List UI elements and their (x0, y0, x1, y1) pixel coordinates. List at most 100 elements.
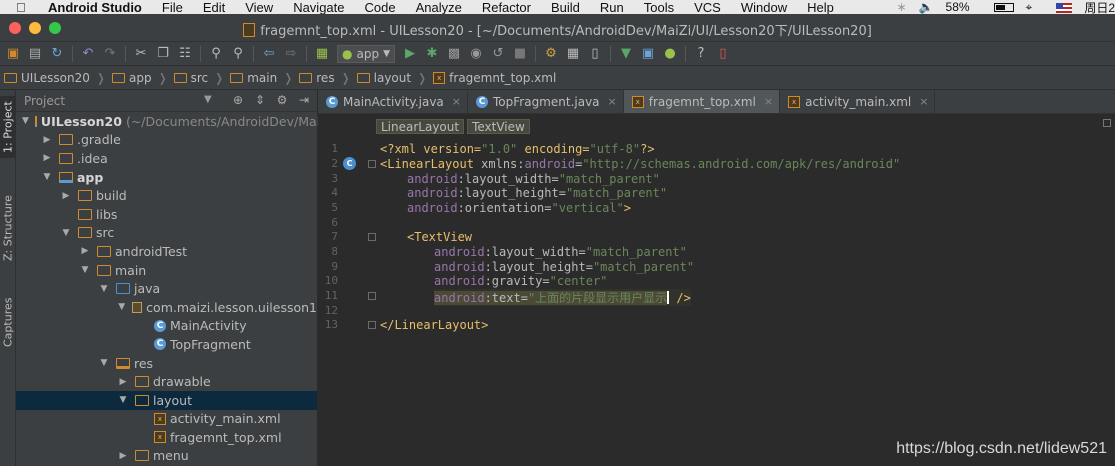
sdk-icon[interactable]: ▼ (618, 46, 634, 62)
menu-help[interactable]: Help (807, 0, 834, 15)
menu-navigate[interactable]: Navigate (293, 0, 344, 15)
collapsed-arrow-icon[interactable]: ▶ (117, 377, 129, 387)
hide-panel-icon[interactable]: ⇥ (297, 93, 311, 107)
debug-icon[interactable]: ✱ (424, 46, 440, 62)
xml-crumb-textview[interactable]: TextView (467, 118, 530, 134)
tree-item-res[interactable]: ▼ res (16, 354, 317, 373)
captures-tool-button[interactable]: Captures (0, 290, 16, 354)
project-tool-button[interactable]: 1: Project (0, 96, 16, 158)
tree-item-build[interactable]: ▶ build (16, 186, 317, 205)
tab-fragemnt-top[interactable]: x fragemnt_top.xml × (623, 90, 781, 113)
chevron-down-icon[interactable]: ▼ (204, 94, 212, 105)
tree-item-topfragment[interactable]: C TopFragment (16, 335, 317, 354)
undo-icon[interactable]: ↶ (80, 46, 96, 62)
tree-item-libs[interactable]: libs (16, 205, 317, 224)
apple-icon[interactable]:  (16, 0, 30, 15)
tree-item-menu[interactable]: ▶ menu (16, 447, 317, 466)
tab-mainactivity[interactable]: C MainActivity.java × (318, 90, 468, 113)
bluetooth-icon[interactable]: ∗ (897, 0, 907, 14)
class-reference-icon[interactable]: C (343, 157, 356, 170)
restart-icon[interactable]: ↺ (490, 46, 506, 62)
avd-icon[interactable]: ▯ (587, 46, 603, 62)
tree-item-uilesson20[interactable]: ▼ UILesson20 (~/Documents/AndroidDev/MaiZi (16, 112, 332, 131)
back-icon[interactable]: ⇦ (261, 46, 277, 62)
collapsed-arrow-icon[interactable]: ▶ (79, 246, 91, 256)
android-device-icon[interactable]: ● (662, 46, 678, 62)
breadcrumb-src[interactable]: src ❭ (173, 71, 224, 85)
collapse-all-icon[interactable]: ⇕ (253, 93, 267, 107)
collapsed-arrow-icon[interactable]: ▶ (117, 451, 129, 461)
expanded-arrow-icon[interactable]: ▼ (79, 265, 91, 275)
attach-icon[interactable]: ▩ (446, 46, 462, 62)
monitor-icon[interactable]: ▯ (715, 46, 731, 62)
menu-code[interactable]: Code (365, 0, 396, 15)
wifi-icon[interactable]: ⌖ (1026, 0, 1033, 15)
replace-icon[interactable]: ⚲ (230, 46, 246, 62)
copy-icon[interactable]: ❐ (155, 46, 171, 62)
gradle-sync-icon[interactable]: ▣ (640, 46, 656, 62)
fold-marker-icon[interactable] (368, 292, 376, 300)
stop-icon[interactable]: ■ (512, 46, 528, 62)
tree-item-mainactivity[interactable]: C MainActivity (16, 317, 317, 336)
close-tab-icon[interactable]: × (452, 95, 461, 108)
menu-window[interactable]: Window (741, 0, 787, 15)
close-tab-icon[interactable]: × (764, 95, 773, 108)
battery-icon[interactable] (982, 0, 1014, 14)
expanded-arrow-icon[interactable]: ▼ (98, 358, 110, 368)
project-view-select[interactable]: Project (24, 94, 65, 108)
breadcrumb-main[interactable]: main ❭ (230, 71, 293, 85)
menu-view[interactable]: View (245, 0, 273, 15)
flag-icon[interactable] (1044, 0, 1073, 14)
tree-item-drawable[interactable]: ▶ drawable (16, 372, 317, 391)
redo-icon[interactable]: ↷ (102, 46, 118, 62)
error-stripe-marker[interactable] (1103, 119, 1111, 127)
sync-icon[interactable]: ↻ (49, 46, 65, 62)
battery-percent[interactable]: 58% (946, 0, 970, 14)
build-icon[interactable]: ▦ (314, 46, 330, 62)
run-icon[interactable]: ▶ (402, 46, 418, 62)
tree-item-java[interactable]: ▼ java (16, 279, 317, 298)
tree-item-com-maizi-lesson-uilesson1[interactable]: ▼ com.maizi.lesson.uilesson1 (16, 298, 317, 317)
expanded-arrow-icon[interactable]: ▼ (117, 302, 126, 312)
tree-item-activity-main-xml[interactable]: x activity_main.xml (16, 410, 317, 429)
tree-item-src[interactable]: ▼ src (16, 224, 317, 243)
close-tab-icon[interactable]: × (608, 95, 617, 108)
collapsed-arrow-icon[interactable]: ▶ (60, 191, 72, 201)
xml-crumb-linearlayout[interactable]: LinearLayout (376, 118, 465, 134)
forward-icon[interactable]: ⇨ (283, 46, 299, 62)
menu-app-name[interactable]: Android Studio (48, 0, 142, 15)
menu-tools[interactable]: Tools (644, 0, 674, 15)
volume-icon[interactable]: 🔈 (919, 0, 934, 14)
expanded-arrow-icon[interactable]: ▼ (98, 284, 110, 294)
collapsed-arrow-icon[interactable]: ▶ (41, 153, 53, 163)
expanded-arrow-icon[interactable]: ▼ (60, 228, 72, 238)
menu-refactor[interactable]: Refactor (482, 0, 531, 15)
tab-topfragment[interactable]: C TopFragment.java × (468, 90, 624, 113)
breadcrumb-project[interactable]: UILesson20 ❭ (4, 71, 106, 85)
coverage-icon[interactable]: ◉ (468, 46, 484, 62)
menu-run[interactable]: Run (600, 0, 624, 15)
project-structure-icon[interactable]: ▦ (565, 46, 581, 62)
fold-marker-icon[interactable] (368, 233, 376, 241)
menu-vcs[interactable]: VCS (694, 0, 721, 15)
tree-item-gradle[interactable]: ▶ .gradle (16, 131, 317, 150)
structure-tool-button[interactable]: Z: Structure (0, 186, 16, 270)
run-configuration-select[interactable]: ● app ▼ (337, 44, 395, 63)
fold-marker-icon[interactable] (368, 321, 376, 329)
expanded-arrow-icon[interactable]: ▼ (41, 172, 53, 182)
cut-icon[interactable]: ✂ (133, 46, 149, 62)
tree-item-layout[interactable]: ▼ layout (16, 390, 317, 410)
tree-item-main[interactable]: ▼ main (16, 261, 317, 280)
code-editor[interactable]: <?xml version="1.0" encoding="utf-8"?> <… (380, 140, 1115, 466)
breadcrumb-res[interactable]: res ❭ (299, 71, 351, 85)
tree-item-idea[interactable]: ▶ .idea (16, 149, 317, 168)
menu-edit[interactable]: Edit (203, 0, 225, 15)
tab-activity-main[interactable]: x activity_main.xml × (780, 90, 936, 113)
collapsed-arrow-icon[interactable]: ▶ (41, 135, 53, 145)
breadcrumb-app[interactable]: app ❭ (111, 71, 168, 85)
help-icon[interactable]: ? (693, 46, 709, 62)
breadcrumb-layout[interactable]: layout ❭ (356, 71, 427, 85)
expanded-arrow-icon[interactable]: ▼ (117, 395, 129, 405)
tree-item-androidtest[interactable]: ▶ androidTest (16, 242, 317, 261)
close-tab-icon[interactable]: × (919, 95, 928, 108)
